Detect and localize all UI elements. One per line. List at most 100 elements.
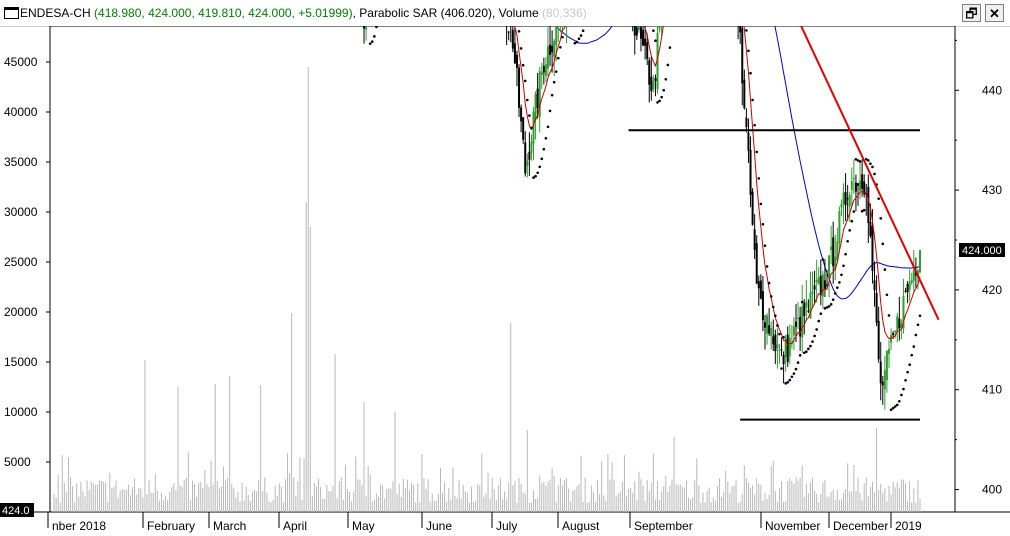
time-axis-label: March	[213, 519, 246, 533]
sar-dot	[871, 165, 874, 169]
volume-tick-label: 40000	[4, 105, 38, 119]
price-axis: 4004104204304404504604704804905005105205…	[955, 39, 1002, 497]
sar-dot	[765, 265, 769, 268]
sar-dot	[898, 399, 901, 403]
candle-body	[867, 186, 870, 224]
sar-dot	[519, 47, 523, 50]
time-axis-label: May	[352, 519, 375, 533]
volume-tick-label: 15000	[4, 355, 38, 369]
sar-dot	[757, 177, 761, 180]
candle-body	[912, 270, 915, 281]
sar-dot	[805, 350, 808, 353]
sar-dot	[815, 328, 818, 331]
sar-dot	[776, 324, 779, 327]
sar-dot	[879, 217, 883, 220]
sar-dot	[794, 367, 798, 371]
sar-dot	[526, 98, 529, 102]
candle-body	[852, 178, 855, 180]
time-axis-label: July	[496, 519, 517, 533]
candle-body	[644, 38, 647, 46]
candle-body	[741, 28, 744, 84]
candle-body	[894, 330, 897, 333]
candle-body	[807, 310, 810, 312]
candle-body	[652, 80, 655, 90]
candle-body	[753, 229, 756, 250]
sar-dot	[780, 367, 783, 370]
candle-body	[751, 191, 754, 225]
sar-dot	[881, 242, 885, 246]
sar-dot	[902, 387, 905, 391]
sar-dot	[895, 403, 899, 407]
sar-dot	[813, 334, 816, 338]
restore-window-button[interactable]: 🗗	[962, 4, 981, 22]
candle-body	[511, 29, 514, 49]
sar-dot	[782, 335, 785, 339]
close-window-button[interactable]: ✕	[985, 4, 1004, 22]
candle-body	[544, 64, 547, 76]
sar-dot	[918, 314, 922, 318]
sar-dot	[534, 174, 537, 178]
sar-dot	[862, 208, 866, 212]
price-chart[interactable]: 4004104204304404504604704804905005105205…	[0, 26, 1010, 536]
sar-dot	[577, 37, 581, 41]
sar-dot	[771, 305, 775, 309]
price-tick-label: 400	[982, 483, 1002, 497]
sar-dot	[873, 172, 876, 176]
candle-body	[536, 88, 539, 109]
candle-body	[786, 334, 789, 363]
candle-body	[654, 78, 657, 81]
candle-body	[768, 325, 771, 334]
sar-dot	[858, 160, 862, 163]
candle-body	[848, 195, 851, 207]
sar-dot	[763, 244, 767, 247]
sar-dot	[914, 333, 918, 337]
sar-dot	[877, 197, 880, 200]
candle-body	[815, 279, 818, 282]
volume-tick-label: 35000	[4, 155, 38, 169]
sar-dot	[792, 372, 796, 375]
sar-dot	[811, 340, 814, 343]
sar-dot	[656, 101, 659, 104]
sar-dot	[790, 375, 794, 379]
candle-body	[805, 301, 808, 308]
sar-dot	[887, 314, 891, 317]
sar-dot	[817, 319, 821, 323]
sar-dot	[829, 303, 833, 306]
volume-tick-label: 10000	[4, 405, 38, 419]
price-tick-label: 420	[982, 283, 1002, 297]
candle-body	[904, 290, 907, 292]
candle-body	[546, 46, 549, 69]
time-axis-label: April	[283, 519, 307, 533]
volume-tick-label: 30000	[4, 205, 38, 219]
candle-body	[507, 31, 510, 33]
candle-body	[821, 274, 824, 297]
sar-dot	[528, 114, 531, 117]
sar-dot	[827, 305, 831, 308]
candle-body	[515, 54, 518, 68]
price-tick-label: 440	[982, 83, 1002, 97]
candle-body	[910, 280, 913, 283]
sar-dot	[548, 109, 552, 113]
candle-body	[530, 142, 533, 153]
time-axis-label: February	[147, 519, 195, 533]
sar-dot	[796, 361, 800, 364]
candle-body	[522, 117, 525, 140]
sar-dot	[819, 312, 823, 316]
sar-dot	[747, 49, 750, 53]
sar-dot	[831, 298, 835, 301]
sar-dot	[660, 95, 663, 99]
sar-dot	[778, 332, 781, 336]
sar-dot	[559, 46, 562, 49]
price-tick-label: 430	[982, 183, 1002, 197]
sar-dot	[658, 99, 661, 103]
candle-body	[542, 66, 545, 73]
candle-body	[755, 243, 758, 284]
sar-dot	[536, 171, 539, 175]
sar-dot	[912, 345, 916, 348]
candle-body	[363, 26, 366, 29]
candle-body	[774, 334, 777, 352]
sar-dot	[809, 344, 812, 348]
restore-icon: 🗗	[965, 6, 978, 21]
candle-body	[526, 160, 529, 166]
sar-dot	[753, 123, 756, 127]
